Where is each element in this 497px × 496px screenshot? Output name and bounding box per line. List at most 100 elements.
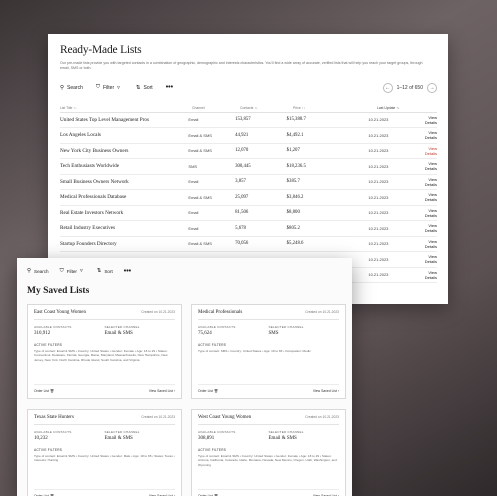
filter-icon: ⛉ [59,267,64,274]
more-options-button[interactable]: ••• [124,268,131,275]
divider [34,319,175,320]
contacts-label: AVAILABLE CONTACTS [198,325,236,329]
list-updated: 10.21.2023 [368,148,389,154]
column-header-channel: Channel [192,105,205,110]
list-title: Small Business Owners Network [60,178,129,185]
table-row[interactable]: Medical Professionals Database Email & SM… [60,190,437,206]
list-contacts: 12,070 [235,148,249,154]
filter-button[interactable]: ⛉ Filter ▿ [96,84,123,91]
order-list-button[interactable]: Order List 🗑 [198,389,218,393]
column-header-contacts[interactable]: Contacts ↑↓ [240,106,293,110]
sort-button[interactable]: ⇅ Sort [136,85,153,91]
view-details-link[interactable]: View Details [425,161,437,171]
view-details-link[interactable]: View Details [425,130,437,140]
list-price: $805.2 [286,225,300,231]
channel-value: Email & SMS [104,436,133,441]
list-title: Real Estate Investors Network [60,209,124,216]
saved-list-card: Texas State Hunters Created on 10.21.2023… [27,409,182,496]
search-label: Search [67,84,83,91]
divider [198,424,339,425]
list-channel: SMS [188,163,198,169]
list-price: $18,236.5 [286,163,306,169]
list-title: Tech Enthusiasts Worldwide [60,163,120,170]
table-row[interactable]: Small Business Owners Network Email 3,857 $… [60,175,437,191]
divider [34,424,175,425]
list-updated: 10.21.2023 [368,272,389,278]
list-title: Los Angeles Locals [60,132,101,139]
saved-list-card: Medical Professionals Created on 10.21.20… [191,304,346,399]
more-options-button[interactable]: ••• [166,84,173,91]
sort-icon: ⇅ [96,268,102,274]
table-row[interactable]: United States Top Level Management Pros E… [60,113,437,129]
view-details-link[interactable]: View Details [425,270,437,280]
view-details-link[interactable]: View Details [425,254,437,264]
next-page-button[interactable]: → [427,82,437,93]
table-row[interactable]: Real Estate Investors Network Email 81,506… [60,206,437,222]
list-contacts: 153,857 [235,117,251,123]
view-details-link[interactable]: View Details [425,239,437,249]
column-header-updated[interactable]: Last Update ↑↓ [377,106,435,110]
channel-value: SMS [268,331,279,336]
my-saved-lists-panel: ⚲ Search ⛉ Filter ▿ ⇅ Sort ••• My Saved … [17,258,352,496]
list-channel: Email & SMS [188,194,212,200]
saved-list-card: West Coast Young Women Created on 10.21.2… [191,409,346,496]
view-details-link[interactable]: View Details [425,115,437,125]
table-row[interactable]: Los Angeles Locals Email & SMS 44,921 $4,49… [60,128,437,144]
list-contacts: 70,056 [235,241,249,247]
divider [198,319,339,320]
channel-value: Email & SMS [268,436,297,441]
list-title: United States Top Level Management Pros [60,116,150,123]
list-updated: 10.21.2023 [368,132,389,138]
view-details-link[interactable]: View Details [425,146,437,156]
contacts-value: 10,232 [34,436,48,441]
view-details-link[interactable]: View Details [425,223,437,233]
card-created-date: Created on 10.21.2023 [305,415,339,419]
previous-page-button[interactable]: ← [382,82,393,93]
saved-list-card: East Coast Young Women Created on 10.21.2… [27,304,182,399]
table-row[interactable]: Tech Enthusiasts Worldwide SMS 300,445 $18,… [60,159,437,175]
filter-label: Filter [66,268,77,274]
list-updated: 10.21.2023 [368,179,389,185]
filter-button[interactable]: ⛉ Filter ▿ [60,268,86,275]
trash-icon: 🗑 [213,389,219,393]
list-contacts: 5,678 [235,225,246,231]
list-price: $3,846.2 [286,194,304,200]
list-channel: Email [188,210,199,216]
view-details-link[interactable]: View Details [425,192,437,202]
search-button[interactable]: ⚲ Search [60,85,83,91]
filter-icon: ⛉ [95,84,101,91]
list-price: $385.7 [286,179,300,185]
contacts-label: AVAILABLE CONTACTS [198,430,236,434]
channel-label: SELECTED CHANNEL [104,430,140,434]
trash-icon: 🗑 [49,389,55,393]
view-saved-list-link[interactable]: View Saved List › [149,389,175,393]
list-price: $1,207 [286,148,300,154]
table-row[interactable]: New York City Business Owners Email & SMS… [60,144,437,160]
channel-value: Email & SMS [104,331,133,336]
sort-label: Sort [104,268,113,274]
contacts-value: 75,624 [198,331,212,336]
view-details-link[interactable]: View Details [425,177,437,187]
view-details-link[interactable]: View Details [425,208,437,218]
table-row[interactable]: Retail Industry Executives Email 5,678 $805… [60,221,437,237]
search-button[interactable]: ⚲ Search [27,268,49,274]
filters-text: Type of contact: Email & SMS • Country: … [34,349,168,362]
column-header-title[interactable]: List Title ↑↓ [60,106,192,110]
search-label: Search [34,268,49,274]
list-contacts: 81,506 [235,210,249,216]
list-price: $8,800 [286,210,300,216]
table-header: List Title ↑↓ Channel Contacts ↑↓ Price … [60,104,437,113]
channel-label: SELECTED CHANNEL [268,430,304,434]
page-title: Ready-Made Lists [60,44,142,56]
list-contacts: 300,445 [235,163,251,169]
column-header-price[interactable]: Price ↑↓ [293,106,377,110]
view-saved-list-link[interactable]: View Saved List › [313,389,339,393]
list-updated: 10.21.2023 [368,210,389,216]
table-row[interactable]: Startup Founders Directory Email & SMS 70,… [60,237,437,253]
order-list-button[interactable]: Order List 🗑 [34,389,54,393]
sort-button[interactable]: ⇅ Sort [97,268,113,274]
card-title: East Coast Young Women [34,310,87,315]
filters-text: Type of contact: Email & SMS • Country: … [34,454,175,463]
page-description: Our pre-made lists provide you with targ… [60,61,423,71]
list-channel: Email [188,117,199,123]
